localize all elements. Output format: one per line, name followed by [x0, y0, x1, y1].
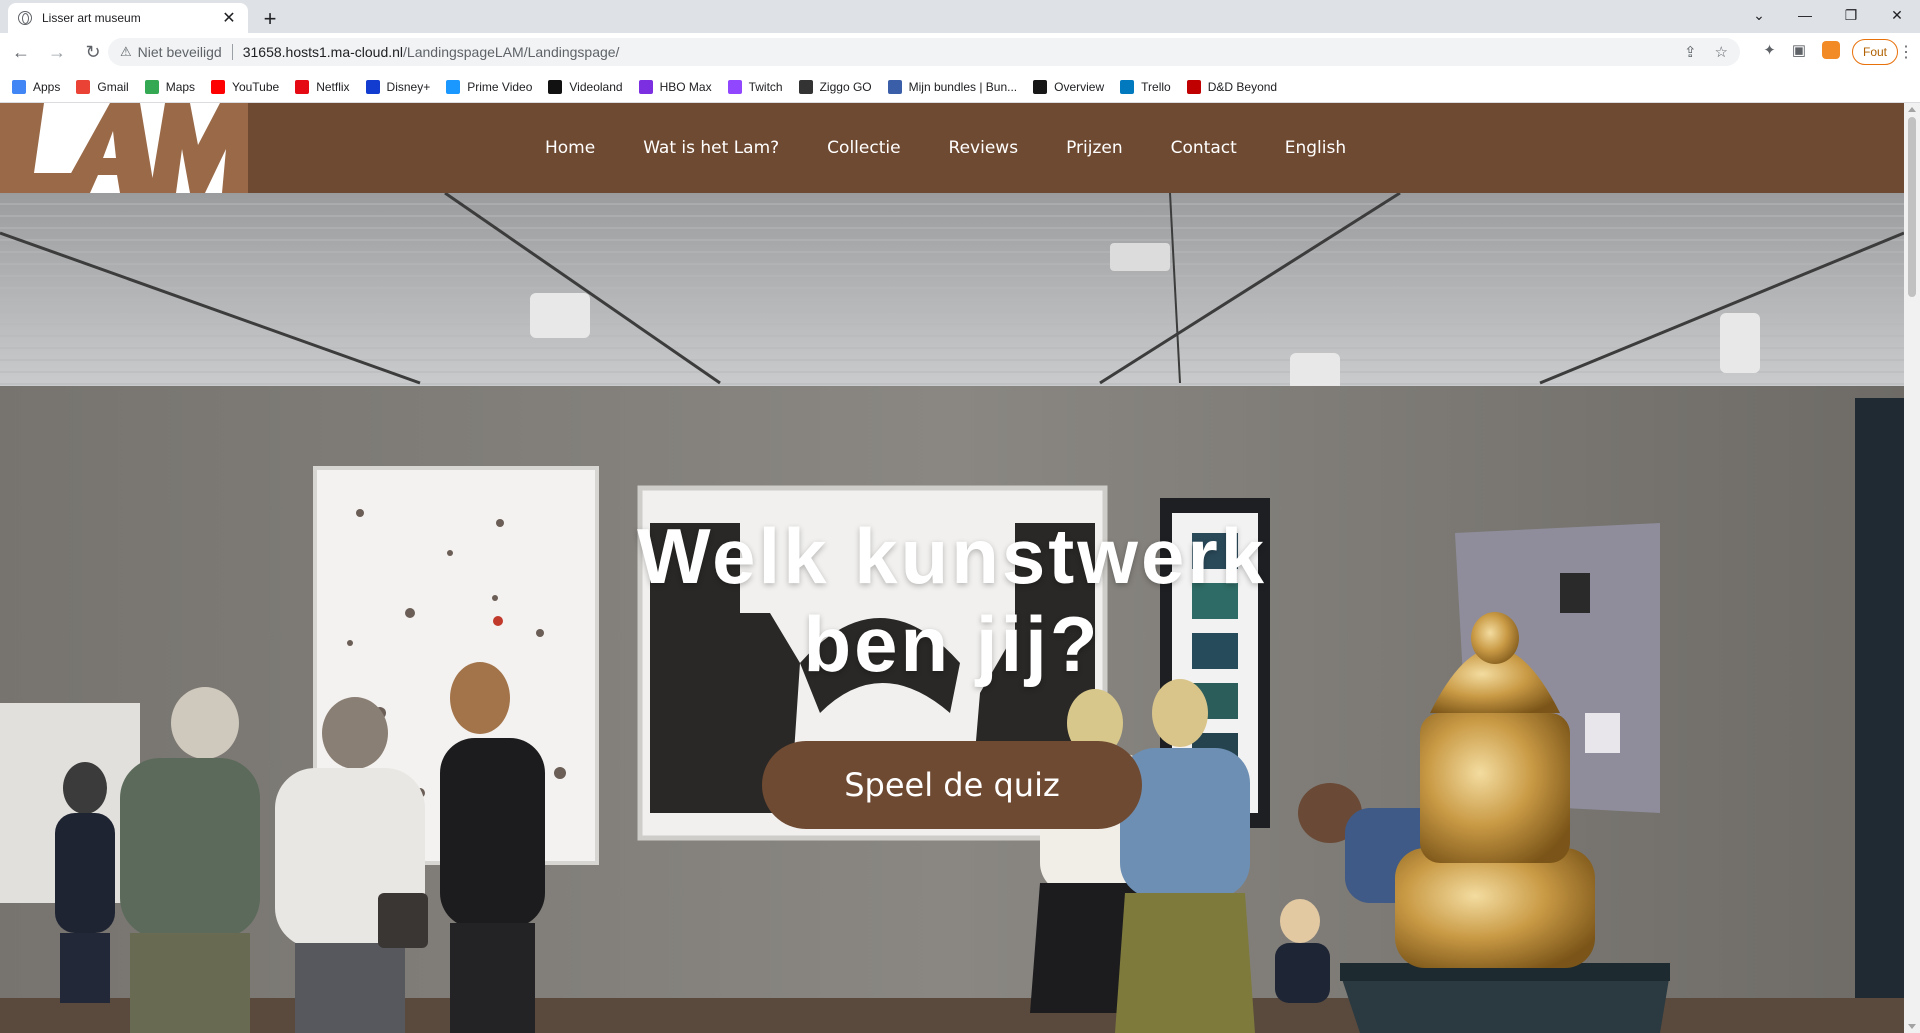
- extension-icons: ✦ ▣: [1763, 41, 1840, 59]
- window-controls: ⌄ — ❐ ✕: [1736, 0, 1920, 30]
- brave-shield-icon[interactable]: [1822, 41, 1840, 59]
- minimize-button[interactable]: —: [1782, 0, 1828, 30]
- hero-title: Welk kunstwerk ben jij?: [0, 512, 1904, 688]
- browser-toolbar: ← → ↻ ⚠ Niet beveiligd 31658.hosts1.ma-c…: [0, 33, 1920, 71]
- bookmark-label: Prime Video: [467, 79, 533, 94]
- hbo-max-icon: [638, 79, 653, 94]
- bundles-icon: [887, 79, 902, 94]
- security-label[interactable]: Niet beveiligd: [138, 44, 233, 60]
- browser-tab[interactable]: Lisser art museum ✕: [8, 3, 248, 33]
- hero-title-line-1: Welk kunstwerk: [636, 512, 1268, 600]
- nav-contact[interactable]: Contact: [1171, 138, 1237, 158]
- restore-button[interactable]: ❐: [1828, 0, 1874, 30]
- new-tab-button[interactable]: +: [256, 5, 284, 33]
- videoland-icon: [548, 79, 563, 94]
- bookmark-item[interactable]: Mijn bundles | Bun...: [887, 79, 1018, 94]
- reload-button[interactable]: ↻: [78, 37, 108, 67]
- back-button[interactable]: ←: [6, 37, 36, 67]
- disney-icon: [365, 79, 380, 94]
- bookmark-label: Netflix: [316, 79, 350, 94]
- scroll-up-arrow[interactable]: [1908, 107, 1916, 112]
- netflix-icon: [295, 79, 310, 94]
- bookmarks-bar: Apps Gmail Maps YouTube Netflix Disney+ Prime …: [0, 71, 1920, 103]
- share-icon[interactable]: ⇪: [1684, 43, 1697, 61]
- close-window-button[interactable]: ✕: [1874, 0, 1920, 30]
- bookmark-item[interactable]: Videoland: [548, 79, 623, 94]
- scrollbar-thumb[interactable]: [1908, 117, 1916, 297]
- bookmark-label: Overview: [1054, 79, 1105, 94]
- bookmark-item[interactable]: D&D Beyond: [1186, 79, 1278, 94]
- address-bar[interactable]: ⚠ Niet beveiligd 31658.hosts1.ma-cloud.n…: [108, 38, 1740, 66]
- nav-collectie[interactable]: Collectie: [827, 138, 900, 158]
- bookmark-item[interactable]: HBO Max: [638, 79, 712, 94]
- nav-home[interactable]: Home: [545, 138, 595, 158]
- omnibox-actions: ⇪ ☆: [1684, 43, 1728, 61]
- tab-search-icon[interactable]: ⌄: [1736, 0, 1782, 30]
- bookmark-item[interactable]: Overview: [1033, 79, 1105, 94]
- lam-logo[interactable]: [0, 103, 248, 193]
- apps-grid-icon: [12, 79, 26, 94]
- tab-close-icon[interactable]: ✕: [220, 8, 238, 28]
- gmail-icon: [76, 79, 91, 94]
- twitch-icon: [727, 79, 742, 94]
- globe-icon: [18, 11, 32, 25]
- url-host: 31658.hosts1.ma-cloud.nl: [242, 44, 404, 60]
- profile-error-button[interactable]: Fout: [1851, 39, 1898, 65]
- bookmark-item[interactable]: Twitch: [727, 79, 783, 94]
- url-path: /LandingspageLAM/Landingspage/: [403, 44, 620, 60]
- scroll-down-arrow[interactable]: [1908, 1024, 1916, 1029]
- side-panel-icon[interactable]: ▣: [1792, 41, 1806, 59]
- bookmark-item[interactable]: Netflix: [295, 79, 350, 94]
- bookmark-label: Ziggo GO: [819, 79, 872, 94]
- tab-title: Lisser art museum: [42, 11, 141, 25]
- bookmark-item[interactable]: Maps: [144, 79, 196, 94]
- bookmark-item[interactable]: Ziggo GO: [798, 79, 872, 94]
- bookmark-label: D&D Beyond: [1207, 79, 1278, 94]
- bookmark-item[interactable]: Trello: [1120, 79, 1171, 94]
- nav-wat-is-het-lam[interactable]: Wat is het Lam?: [643, 138, 779, 158]
- bookmark-label: Maps: [165, 79, 196, 94]
- bookmark-label: YouTube: [232, 79, 280, 94]
- dnd-beyond-icon: [1186, 79, 1201, 94]
- youtube-icon: [211, 79, 226, 94]
- warning-icon: ⚠: [120, 44, 132, 59]
- nav-english[interactable]: English: [1285, 138, 1346, 158]
- bookmark-item[interactable]: Apps: [12, 79, 61, 94]
- play-quiz-button[interactable]: Speel de quiz: [762, 741, 1142, 829]
- web-page: Home Wat is het Lam? Collectie Reviews P…: [0, 103, 1904, 1033]
- bookmark-item[interactable]: Prime Video: [446, 79, 533, 94]
- browser-tab-strip: Lisser art museum ✕ + ⌄ — ❐ ✕: [0, 0, 1920, 33]
- bookmark-star-icon[interactable]: ☆: [1715, 43, 1728, 61]
- github-icon: [1033, 79, 1048, 94]
- bookmark-label: Apps: [33, 79, 61, 94]
- nav-reviews[interactable]: Reviews: [949, 138, 1019, 158]
- menu-kebab-icon[interactable]: ⋮: [1898, 42, 1914, 62]
- nav-prijzen[interactable]: Prijzen: [1066, 138, 1123, 158]
- page-scrollbar[interactable]: [1904, 103, 1920, 1033]
- trello-icon: [1120, 79, 1135, 94]
- bookmark-label: Twitch: [748, 79, 783, 94]
- hero-title-line-2: ben jij?: [803, 600, 1101, 688]
- site-header: Home Wat is het Lam? Collectie Reviews P…: [0, 103, 1904, 193]
- extensions-puzzle-icon[interactable]: ✦: [1763, 41, 1776, 59]
- main-nav: Home Wat is het Lam? Collectie Reviews P…: [545, 103, 1394, 193]
- bookmark-label: Gmail: [97, 79, 129, 94]
- bookmark-label: Videoland: [569, 79, 623, 94]
- bookmark-item[interactable]: Disney+: [365, 79, 431, 94]
- bookmark-label: Mijn bundles | Bun...: [908, 79, 1018, 94]
- ziggo-go-icon: [798, 79, 813, 94]
- prime-video-icon: [446, 79, 461, 94]
- hero-section: Welk kunstwerk ben jij? Speel de quiz: [0, 193, 1904, 1033]
- bookmark-label: Disney+: [386, 79, 431, 94]
- bookmark-item[interactable]: YouTube: [211, 79, 280, 94]
- maps-icon: [144, 79, 159, 94]
- bookmark-item[interactable]: Gmail: [76, 79, 129, 94]
- forward-button[interactable]: →: [42, 37, 72, 67]
- bookmark-label: HBO Max: [659, 79, 712, 94]
- bookmark-label: Trello: [1141, 79, 1171, 94]
